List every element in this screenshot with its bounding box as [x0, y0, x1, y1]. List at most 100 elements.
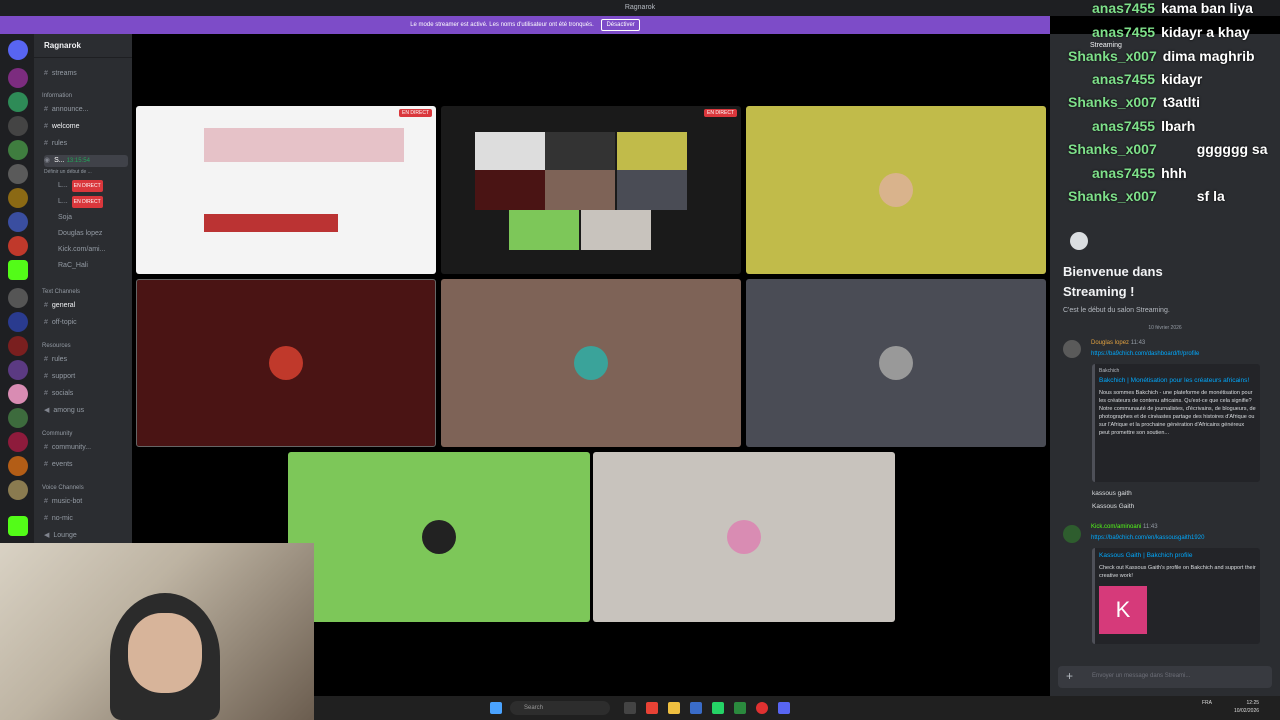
clock[interactable]: 12:25 10/02/2026	[1234, 699, 1259, 715]
disable-streamer-mode-button[interactable]: Désactiver	[601, 19, 640, 31]
file-explorer-icon[interactable]	[624, 702, 636, 714]
app-icon[interactable]	[734, 702, 746, 714]
message-input[interactable]: + Envoyer un message dans Streami...	[1058, 666, 1272, 688]
server-icon[interactable]	[8, 236, 28, 256]
date-divider: 10 février 2026	[1148, 325, 1182, 331]
message-header: Douglas lopez 11:43	[1091, 340, 1145, 346]
voice-user[interactable]: RaC_Hali	[58, 260, 128, 272]
app-icon[interactable]	[690, 702, 702, 714]
participant-avatar	[727, 520, 761, 554]
participant-avatar	[879, 346, 913, 380]
kick-server-icon[interactable]	[8, 260, 28, 280]
message-link[interactable]: https://ba9chich.com/en/kassousgaith1920	[1091, 535, 1204, 541]
message-text: kassous gaith	[1092, 490, 1132, 497]
channel-events[interactable]: # events	[44, 459, 128, 471]
server-icon[interactable]	[8, 360, 28, 380]
embed-title[interactable]: Kassous Gaith | Bakchich profile	[1099, 552, 1256, 559]
channel-lounge[interactable]: ◀ Lounge	[44, 530, 128, 542]
server-icon[interactable]	[8, 456, 28, 476]
embed-thumbnail[interactable]: K	[1099, 586, 1147, 634]
participant-tile[interactable]	[136, 279, 436, 447]
server-icon[interactable]	[8, 68, 28, 88]
server-icon[interactable]	[8, 212, 28, 232]
voice-user[interactable]: L... EN DIRECT	[58, 180, 128, 192]
channel-rules[interactable]: # rules	[44, 138, 128, 150]
server-icon[interactable]	[8, 408, 28, 428]
channel-rules-2[interactable]: # rules	[44, 354, 128, 366]
category-text-channels[interactable]: Text Channels	[42, 289, 80, 295]
server-icon[interactable]	[8, 40, 28, 60]
participant-tile[interactable]	[288, 452, 590, 622]
overlay-chat-line: anas7455 kama ban liya	[1092, 0, 1253, 16]
participant-tile[interactable]	[746, 279, 1046, 447]
server-icon[interactable]	[8, 164, 28, 184]
category-voice-channels[interactable]: Voice Channels	[42, 485, 84, 491]
avatar[interactable]	[1063, 340, 1081, 358]
channel-among-us[interactable]: ◀ among us	[44, 405, 128, 417]
category-resources[interactable]: Resources	[42, 343, 71, 349]
channel-off-topic[interactable]: # off-topic	[44, 317, 128, 329]
server-icon[interactable]	[8, 384, 28, 404]
server-icon[interactable]	[8, 312, 28, 332]
participant-tile[interactable]	[746, 106, 1046, 274]
category-community[interactable]: Community	[42, 431, 72, 437]
voice-user[interactable]: Kick.com/ami...	[58, 244, 128, 256]
mini-tile	[617, 170, 687, 210]
banner-text: Le mode streamer est activé. Les noms d'…	[410, 22, 594, 28]
channel-no-mic[interactable]: # no-mic	[44, 513, 128, 525]
server-icon[interactable]	[8, 336, 28, 356]
message-author[interactable]: Kick.com/aminoani	[1091, 524, 1141, 530]
stream-tile[interactable]: EN DIRECT	[441, 106, 741, 274]
stream-banner-image	[204, 128, 404, 162]
participant-tile[interactable]	[441, 279, 741, 447]
overlay-chat-line: Shanks_x007 dima maghrib	[1068, 48, 1255, 64]
channel-general[interactable]: # general	[44, 300, 128, 312]
channel-community[interactable]: # community...	[44, 442, 128, 454]
opera-icon[interactable]	[756, 702, 768, 714]
channel-support[interactable]: # support	[44, 371, 128, 383]
link-embed: Bakchich Bakchich | Monétisation pour le…	[1092, 364, 1260, 482]
kick-server-icon[interactable]	[8, 516, 28, 536]
channel-announce[interactable]: # announce...	[44, 104, 128, 116]
folder-icon[interactable]	[668, 702, 680, 714]
message-time: 11:43	[1130, 340, 1146, 346]
windows-taskbar: Search FRA 12:25 10/02/2026	[314, 696, 1280, 720]
server-icon[interactable]	[8, 92, 28, 112]
overlay-chat-line: Shanks_x007 t3atlti	[1068, 94, 1201, 110]
stream-tile[interactable]: EN DIRECT	[136, 106, 436, 274]
overlay-chat-line: Shanks_x007 sf la	[1068, 188, 1225, 204]
server-icon[interactable]	[8, 116, 28, 136]
mini-tile	[545, 170, 615, 210]
embed-title[interactable]: Bakchich | Monétisation pour les créateu…	[1099, 377, 1256, 384]
server-icon[interactable]	[8, 480, 28, 500]
welcome-subtitle: C'est le début du salon Streaming.	[1063, 307, 1170, 314]
category-information[interactable]: Information	[42, 93, 72, 99]
voice-user[interactable]: L... EN DIRECT	[58, 196, 128, 208]
message-author[interactable]: Douglas lopez	[1091, 340, 1129, 346]
message-input-placeholder: Envoyer un message dans Streami...	[1092, 673, 1191, 679]
avatar[interactable]	[1063, 525, 1081, 543]
discord-icon[interactable]	[778, 702, 790, 714]
taskbar-search[interactable]: Search	[510, 701, 610, 715]
channel-socials[interactable]: # socials	[44, 388, 128, 400]
streamer-face	[128, 613, 202, 693]
channel-streams[interactable]: # streams	[44, 68, 128, 80]
start-icon[interactable]	[490, 702, 502, 714]
language-indicator[interactable]: FRA	[1202, 700, 1212, 707]
add-attachment-icon[interactable]: +	[1066, 669, 1073, 683]
embed-site: Bakchich	[1099, 368, 1120, 374]
server-icon[interactable]	[8, 188, 28, 208]
participant-tile[interactable]	[593, 452, 895, 622]
server-icon[interactable]	[8, 140, 28, 160]
message-time: 11:43	[1143, 524, 1158, 530]
server-icon[interactable]	[8, 288, 28, 308]
voice-user[interactable]: Soja	[58, 212, 128, 224]
server-name[interactable]: Ragnarok	[34, 34, 132, 58]
voice-user[interactable]: Douglas lopez	[58, 228, 128, 240]
server-icon[interactable]	[8, 432, 28, 452]
whatsapp-icon[interactable]	[712, 702, 724, 714]
channel-music-bot[interactable]: # music-bot	[44, 496, 128, 508]
chrome-icon[interactable]	[646, 702, 658, 714]
message-link[interactable]: https://ba9chich.com/dashboard/fr/profil…	[1091, 351, 1199, 357]
channel-welcome[interactable]: # welcome	[44, 121, 128, 133]
